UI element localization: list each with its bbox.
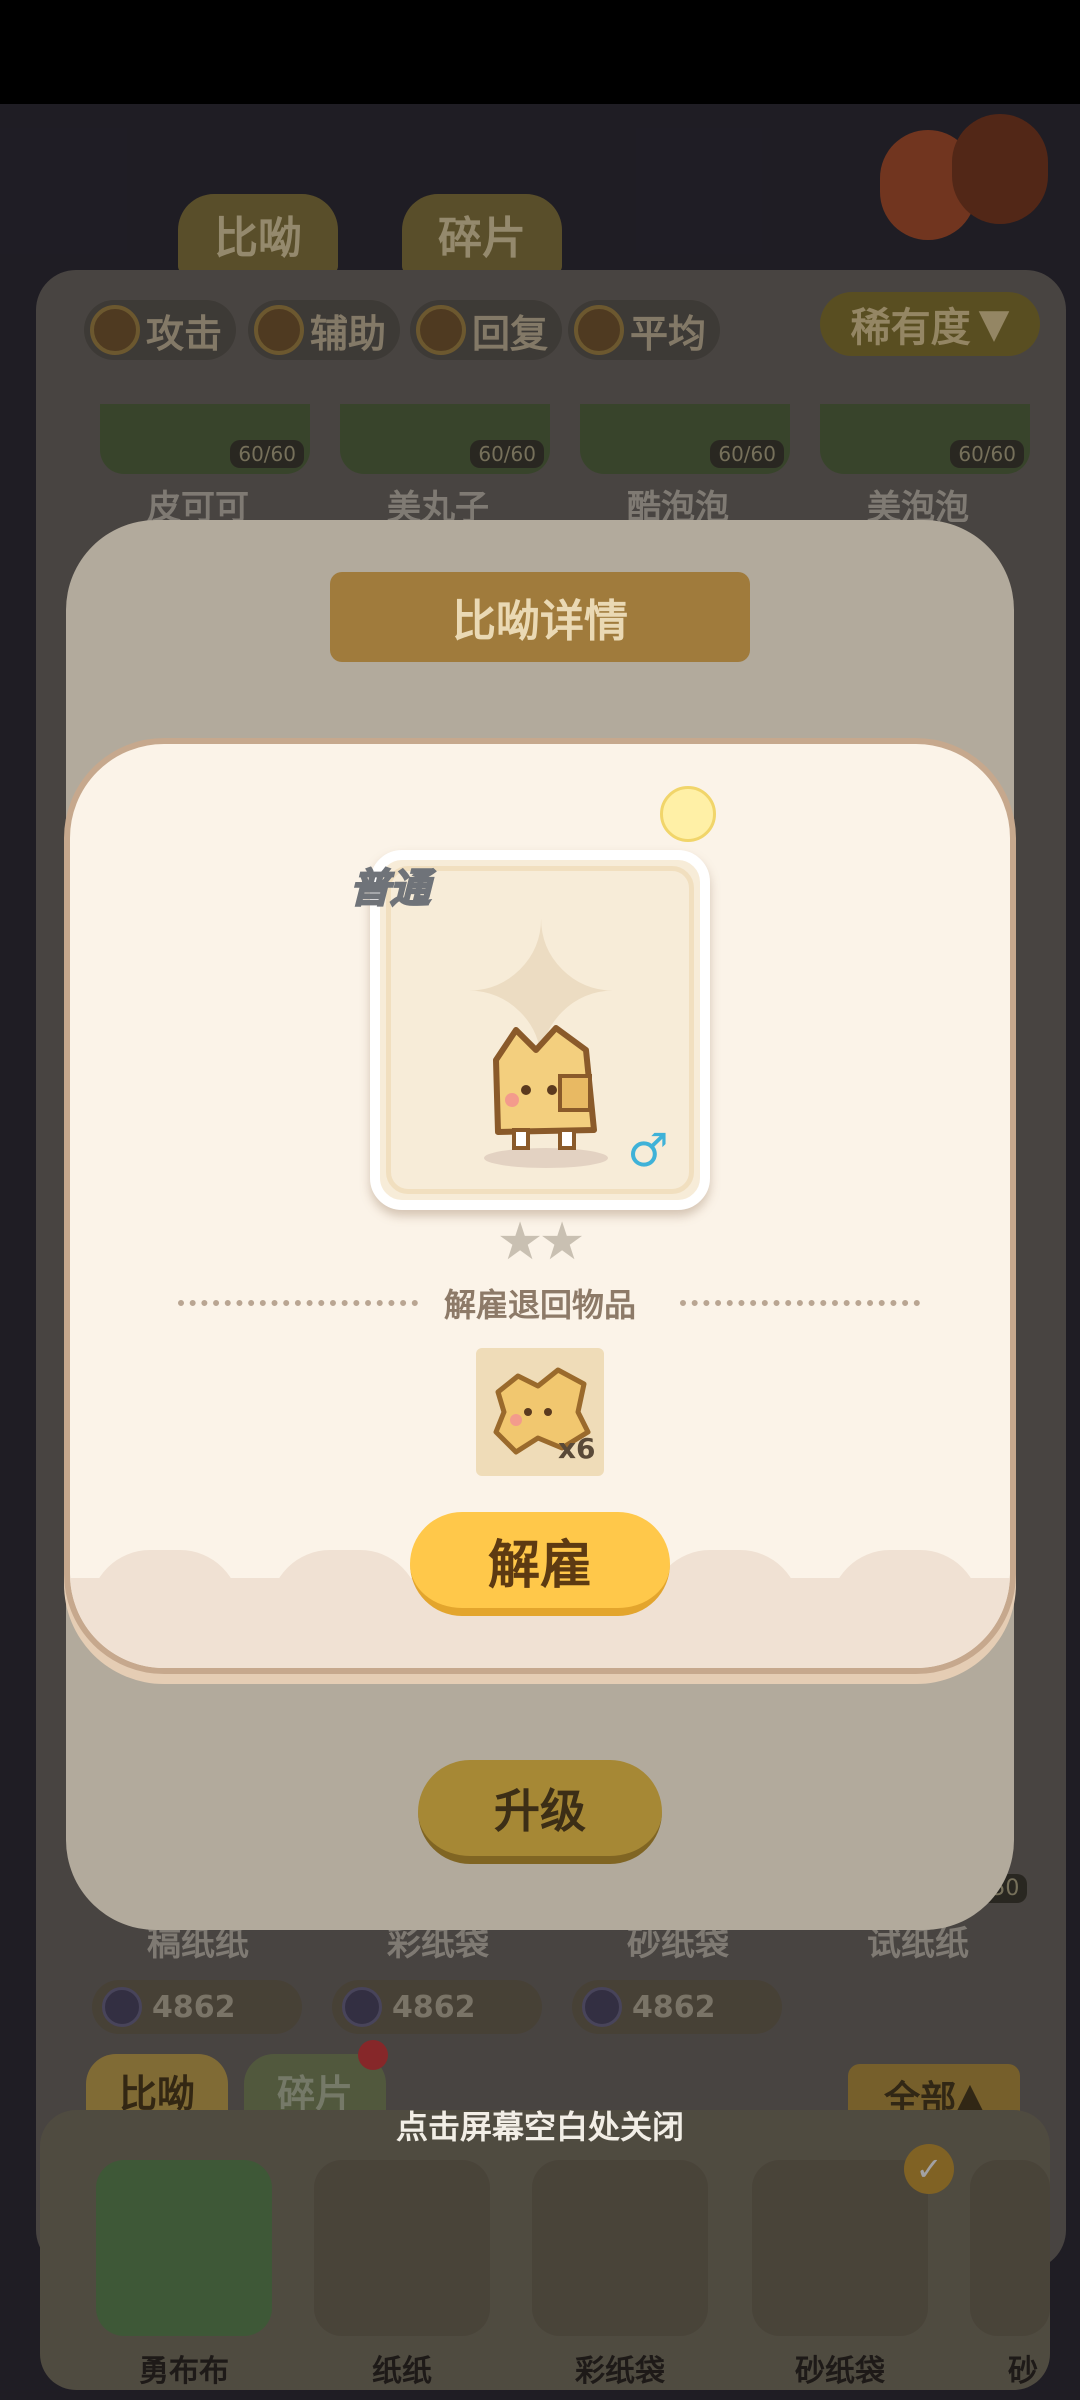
male-icon: ♂ xyxy=(627,1123,669,1177)
rarity-label: 普通 xyxy=(349,865,431,913)
dismiss-button[interactable]: 解雇 xyxy=(410,1512,670,1616)
star-icon: ★ xyxy=(538,1212,586,1272)
divider-right xyxy=(680,1300,920,1306)
close-hint-text: 点击屏幕空白处关闭 xyxy=(395,2108,684,2146)
divider-left xyxy=(178,1300,418,1306)
detail-title-banner: 比呦详情 xyxy=(330,572,750,662)
upgrade-button[interactable]: 升级 xyxy=(418,1760,662,1864)
sparkle-icon xyxy=(660,786,716,842)
status-bar xyxy=(0,0,1080,104)
paper-bag-character-icon xyxy=(484,1025,608,1168)
item-quantity: x6 xyxy=(558,1432,596,1465)
refund-items-label: 解雇退回物品 xyxy=(443,1286,636,1324)
